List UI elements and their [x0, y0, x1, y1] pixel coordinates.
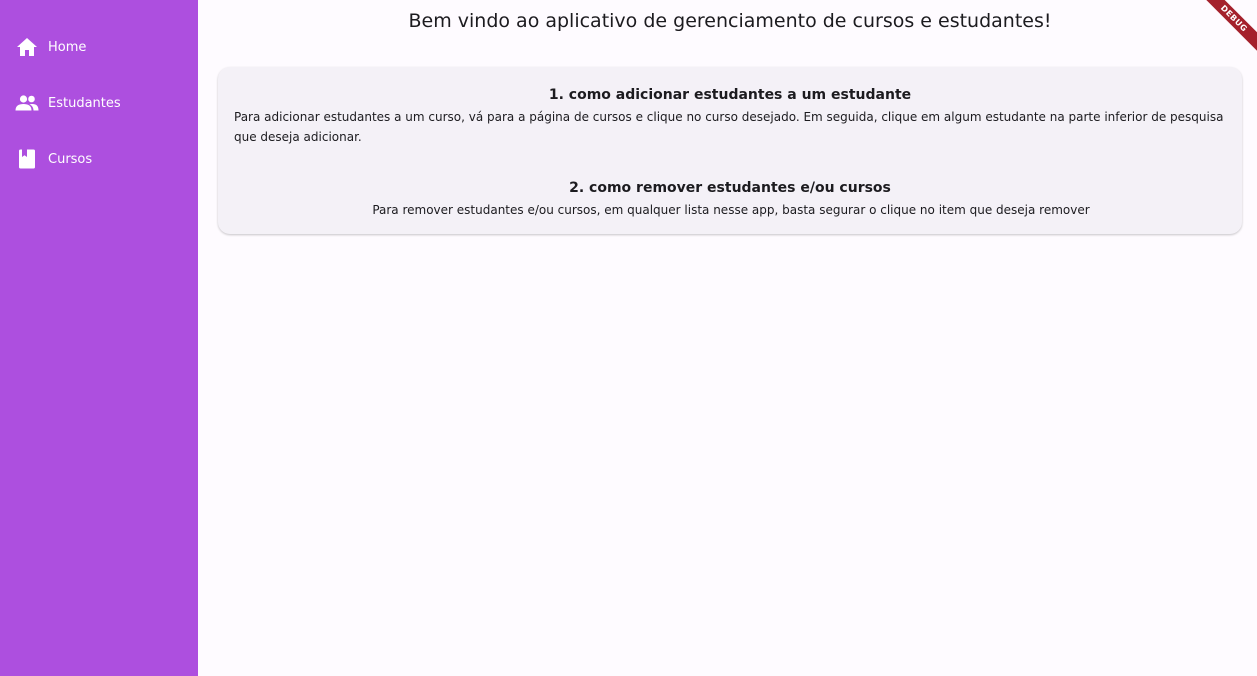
sidebar: Home Estudantes Cursos	[0, 0, 198, 676]
instructions-card: 1. como adicionar estudantes a um estuda…	[218, 67, 1242, 234]
section-title: 1. como adicionar estudantes a um estuda…	[548, 87, 912, 103]
main-content: Bem vindo ao aplicativo de gerenciamento…	[198, 0, 1257, 676]
book-icon	[15, 147, 39, 171]
sidebar-item-home[interactable]: Home	[0, 27, 198, 67]
home-icon	[15, 35, 39, 59]
sidebar-item-label: Estudantes	[48, 95, 121, 111]
section-body: Para remover estudantes e/ou cursos, em …	[372, 203, 1090, 217]
sidebar-item-label: Home	[48, 39, 87, 55]
section-title: 2. como remover estudantes e/ou cursos	[569, 180, 891, 196]
people-icon	[15, 91, 39, 115]
sidebar-item-estudantes[interactable]: Estudantes	[0, 83, 198, 123]
page-title: Bem vindo ao aplicativo de gerenciamento…	[408, 10, 1052, 32]
sidebar-item-cursos[interactable]: Cursos	[0, 139, 198, 179]
sidebar-item-label: Cursos	[48, 151, 93, 167]
section-body: Para adicionar estudantes a um curso, vá…	[234, 110, 1224, 144]
app-window: Home Estudantes Cursos Bem vindo ao apli…	[0, 0, 1257, 676]
